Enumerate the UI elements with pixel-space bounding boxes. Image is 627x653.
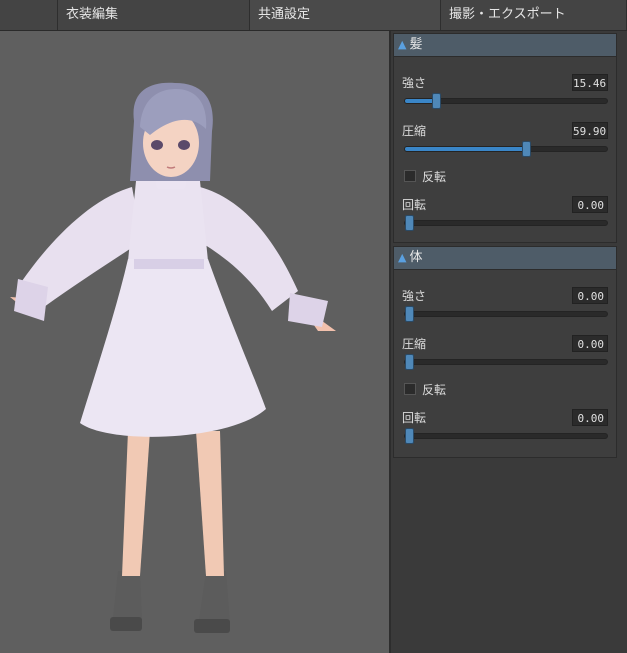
- strength-slider[interactable]: [404, 93, 608, 109]
- slider-handle[interactable]: [405, 215, 414, 231]
- section-title: 体: [409, 250, 423, 265]
- rotate-value[interactable]: 0.00: [572, 196, 608, 213]
- compress-label: 圧縮: [402, 124, 427, 138]
- compress-value[interactable]: 0.00: [572, 335, 608, 352]
- section-header-body[interactable]: ▲ 体: [394, 247, 616, 270]
- slider-handle[interactable]: [405, 354, 414, 370]
- slider-handle[interactable]: [432, 93, 442, 109]
- slider-handle[interactable]: [405, 428, 414, 444]
- rotate-label: 回転: [402, 198, 427, 212]
- strength-value[interactable]: 0.00: [572, 287, 608, 304]
- 3d-viewport[interactable]: [0, 31, 389, 653]
- rotate-value[interactable]: 0.00: [572, 409, 608, 426]
- strength-label: 強さ: [402, 76, 427, 90]
- triangle-up-icon: ▲: [398, 38, 407, 51]
- section-header-hair[interactable]: ▲ 髪: [394, 34, 616, 57]
- invert-label: 反転: [422, 170, 447, 184]
- compress-label: 圧縮: [402, 337, 427, 351]
- rotate-label: 回転: [402, 411, 427, 425]
- triangle-up-icon: ▲: [398, 251, 407, 264]
- compress-slider[interactable]: [404, 354, 608, 370]
- tab-common-settings[interactable]: 共通設定: [250, 0, 441, 30]
- slider-handle[interactable]: [521, 141, 531, 157]
- strength-slider[interactable]: [404, 306, 608, 322]
- strength-label: 強さ: [402, 289, 427, 303]
- invert-checkbox[interactable]: [404, 170, 416, 182]
- rotate-slider[interactable]: [404, 215, 608, 231]
- section-body: ▲ 体 強さ 0.00 圧縮 0.00 反転 回転 0.00: [393, 246, 617, 458]
- section-hair: ▲ 髪 強さ 15.46 圧縮 59.90 反転 回転 0.00: [393, 33, 617, 243]
- slider-fill: [405, 147, 526, 151]
- compress-value[interactable]: 59.90: [572, 122, 608, 139]
- slider-handle[interactable]: [405, 306, 414, 322]
- strength-value[interactable]: 15.46: [572, 74, 608, 91]
- invert-checkbox[interactable]: [404, 383, 416, 395]
- compress-slider[interactable]: [404, 141, 608, 157]
- tab-blank[interactable]: [0, 0, 58, 30]
- tab-bar: 衣装編集 共通設定 撮影・エクスポート: [0, 0, 627, 31]
- section-title: 髪: [409, 37, 423, 52]
- tab-shoot-export[interactable]: 撮影・エクスポート: [441, 0, 627, 30]
- settings-panel: ▲ 髪 強さ 15.46 圧縮 59.90 反転 回転 0.00 ▲ 体 強さ 0.…: [389, 31, 627, 653]
- invert-label: 反転: [422, 383, 447, 397]
- character-model: [10, 82, 336, 633]
- tab-costume-edit[interactable]: 衣装編集: [58, 0, 250, 30]
- rotate-slider[interactable]: [404, 428, 608, 444]
